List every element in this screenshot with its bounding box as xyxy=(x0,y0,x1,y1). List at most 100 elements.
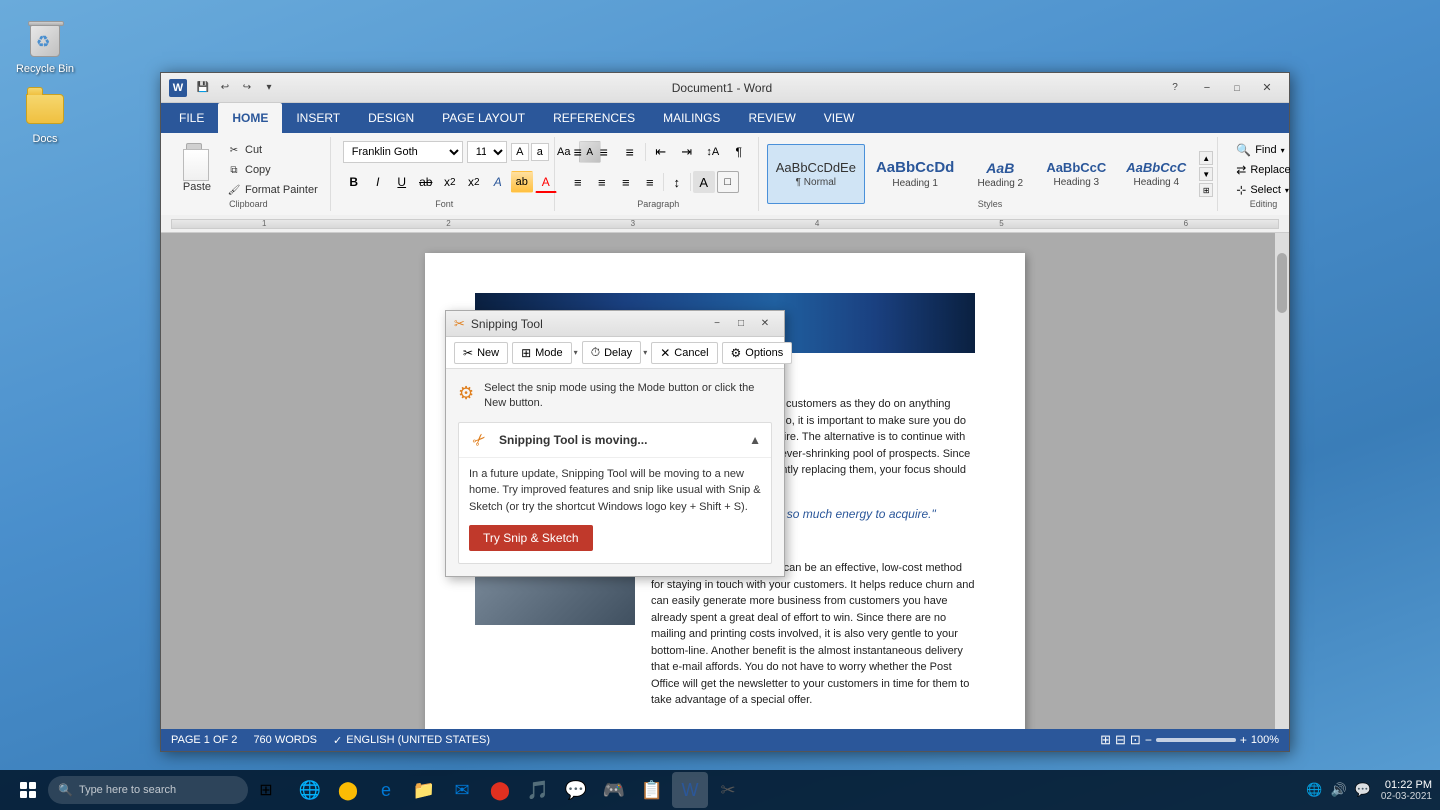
cut-button[interactable]: ✂ Cut xyxy=(223,141,322,159)
find-button[interactable]: 🔍 Find ▾ xyxy=(1230,141,1290,159)
tab-home[interactable]: HOME xyxy=(218,103,282,133)
taskbar-scissors-icon[interactable]: ✂ xyxy=(710,772,746,808)
vertical-scrollbar[interactable] xyxy=(1275,233,1289,729)
increase-indent-button[interactable]: ⇥ xyxy=(676,141,698,163)
taskbar-music-icon[interactable]: 🎵 xyxy=(520,772,556,808)
start-button[interactable] xyxy=(8,770,48,810)
justify-button[interactable]: ≡ xyxy=(639,171,661,193)
tab-file[interactable]: FILE xyxy=(165,103,218,133)
style-heading3[interactable]: AaBbCcC Heading 3 xyxy=(1037,144,1115,204)
align-left-button[interactable]: ≡ xyxy=(567,171,589,193)
taskview-button[interactable]: ⊞ xyxy=(248,772,284,808)
highlight-button[interactable]: ab xyxy=(511,171,533,193)
snipping-maximize-button[interactable]: □ xyxy=(730,316,752,332)
redo-button[interactable]: ↪ xyxy=(239,80,255,96)
close-button[interactable]: ✕ xyxy=(1253,77,1281,99)
strikethrough-button[interactable]: ab xyxy=(415,171,437,193)
style-normal[interactable]: AaBbCcDdEe ¶ Normal xyxy=(767,144,865,204)
zoom-out-button[interactable]: − xyxy=(1145,733,1152,747)
styles-scroll-up[interactable]: ▲ xyxy=(1199,151,1213,165)
paste-button[interactable]: Paste xyxy=(175,141,219,195)
snipping-options-button[interactable]: ⚙ Options xyxy=(722,342,793,364)
select-button[interactable]: ⊹ Select ▾ xyxy=(1230,181,1295,199)
undo-button[interactable]: ↩ xyxy=(217,80,233,96)
taskbar-explorer-icon[interactable]: 📁 xyxy=(406,772,442,808)
styles-expand[interactable]: ⊞ xyxy=(1199,183,1213,197)
view-mode-icon2[interactable]: ⊟ xyxy=(1115,732,1126,748)
save-button[interactable]: 💾 xyxy=(195,80,211,96)
italic-button[interactable]: I xyxy=(367,171,389,193)
action-center-icon[interactable]: 💬 xyxy=(1355,782,1371,798)
multilevel-list-button[interactable]: ≡ xyxy=(619,141,641,163)
tab-design[interactable]: DESIGN xyxy=(354,103,428,133)
taskbar-chat-icon[interactable]: 💬 xyxy=(558,772,594,808)
show-formatting-button[interactable]: ¶ xyxy=(728,141,750,163)
snipping-delay-button[interactable]: ⏱ Delay xyxy=(582,341,642,364)
tab-references[interactable]: REFERENCES xyxy=(539,103,649,133)
taskbar-chrome-icon[interactable]: ⬤ xyxy=(330,772,366,808)
snipping-minimize-button[interactable]: − xyxy=(706,316,728,332)
zoom-slider-track[interactable] xyxy=(1156,738,1236,742)
sort-button[interactable]: ↕A xyxy=(702,141,724,163)
zoom-in-button[interactable]: + xyxy=(1240,733,1247,747)
bullets-button[interactable]: ≡ xyxy=(567,141,589,163)
volume-icon[interactable]: 🔊 xyxy=(1330,782,1346,798)
taskbar-mail-icon[interactable]: ✉ xyxy=(444,772,480,808)
network-icon[interactable]: 🌐 xyxy=(1306,782,1322,798)
taskbar-red-icon[interactable]: ⬤ xyxy=(482,772,518,808)
recycle-bin-icon[interactable]: ♻ Recycle Bin xyxy=(10,15,80,79)
tab-review[interactable]: REVIEW xyxy=(734,103,809,133)
taskbar-edge-icon[interactable]: 🌐 xyxy=(292,772,328,808)
styles-scroll-down[interactable]: ▼ xyxy=(1199,167,1213,181)
bold-button[interactable]: B xyxy=(343,171,365,193)
scrollbar-thumb[interactable] xyxy=(1277,253,1287,313)
taskbar-app2-icon[interactable]: 📋 xyxy=(634,772,670,808)
line-spacing-button[interactable]: ↕ xyxy=(666,171,688,193)
tab-page-layout[interactable]: PAGE LAYOUT xyxy=(428,103,539,133)
font-color-button[interactable]: A xyxy=(535,171,557,193)
decrease-indent-button[interactable]: ⇤ xyxy=(650,141,672,163)
snipping-new-button[interactable]: ✂ New xyxy=(454,342,508,364)
align-right-button[interactable]: ≡ xyxy=(615,171,637,193)
font-name-select[interactable]: Franklin Goth xyxy=(343,141,463,163)
font-size-select[interactable]: 11 xyxy=(467,141,507,163)
docs-folder-icon[interactable]: Docs xyxy=(10,85,80,149)
numbering-button[interactable]: ≡ xyxy=(593,141,615,163)
snipping-close-button[interactable]: ✕ xyxy=(754,316,776,332)
try-snip-sketch-button[interactable]: Try Snip & Sketch xyxy=(469,525,593,551)
increase-font-button[interactable]: A xyxy=(511,143,529,161)
taskbar-edge2-icon[interactable]: e xyxy=(368,772,404,808)
tab-mailings[interactable]: MAILINGS xyxy=(649,103,734,133)
snipping-cancel-button[interactable]: ✕ Cancel xyxy=(651,342,717,364)
subscript-button[interactable]: x2 xyxy=(439,171,461,193)
system-clock[interactable]: 01:22 PM 02-03-2021 xyxy=(1381,779,1432,802)
mode-dropdown-arrow[interactable]: ▾ xyxy=(574,348,578,357)
underline-button[interactable]: U xyxy=(391,171,413,193)
tab-view[interactable]: VIEW xyxy=(810,103,869,133)
style-heading4[interactable]: AaBbCcC Heading 4 xyxy=(1117,144,1195,204)
text-effects-button[interactable]: A xyxy=(487,171,509,193)
style-heading2[interactable]: AaB Heading 2 xyxy=(965,144,1035,204)
format-painter-button[interactable]: 🖌 Format Painter xyxy=(223,181,322,199)
minimize-button[interactable]: − xyxy=(1193,77,1221,99)
decrease-font-button[interactable]: a xyxy=(531,143,549,161)
delay-dropdown-arrow[interactable]: ▾ xyxy=(643,348,647,357)
border-button[interactable]: □ xyxy=(717,171,739,193)
taskbar-search[interactable]: 🔍 Type here to search xyxy=(48,776,248,804)
shading-button[interactable]: A xyxy=(693,171,715,193)
copy-button[interactable]: ⧉ Copy xyxy=(223,161,322,179)
taskbar-word-icon[interactable]: W xyxy=(672,772,708,808)
superscript-button[interactable]: x2 xyxy=(463,171,485,193)
customize-qa-button[interactable]: ▾ xyxy=(261,80,277,96)
word-options-button[interactable]: ? xyxy=(1167,80,1183,96)
tab-insert[interactable]: INSERT xyxy=(282,103,354,133)
replace-button[interactable]: ⇄ Replace xyxy=(1230,161,1296,179)
align-center-button[interactable]: ≡ xyxy=(591,171,613,193)
snipping-collapse-button[interactable]: ▲ xyxy=(749,433,761,447)
view-mode-icon1[interactable]: ⊞ xyxy=(1100,732,1111,748)
maximize-button[interactable]: □ xyxy=(1223,77,1251,99)
snipping-mode-button[interactable]: ⊞ Mode xyxy=(512,342,572,364)
taskbar-game-icon[interactable]: 🎮 xyxy=(596,772,632,808)
view-mode-icon3[interactable]: ⊡ xyxy=(1130,732,1141,748)
style-heading1[interactable]: AaBbCcDd Heading 1 xyxy=(867,144,963,204)
